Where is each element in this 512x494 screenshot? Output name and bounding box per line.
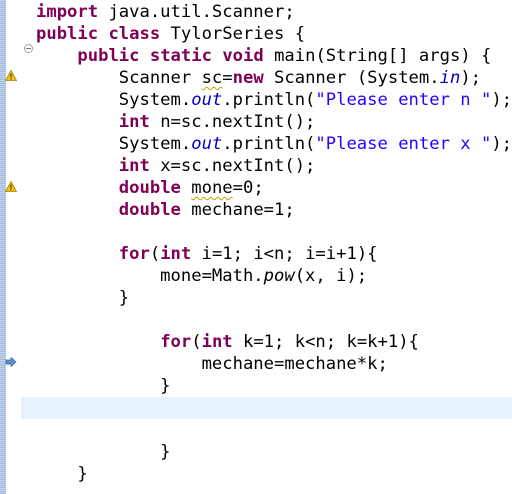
field-token: in xyxy=(439,68,461,88)
code-token: java.util.Scanner; xyxy=(98,2,295,22)
keyword-token: public xyxy=(36,24,99,44)
code-token: pow xyxy=(263,266,295,286)
code-token: mechane=mechane*k; xyxy=(36,354,388,374)
keyword-token: import xyxy=(36,2,99,22)
string-token: "Please enter n " xyxy=(315,90,492,110)
code-line[interactable]: double mechane=1; xyxy=(36,199,512,221)
code-token: ); xyxy=(491,134,512,154)
field-token: out xyxy=(191,90,223,110)
code-token: main(String[] args) { xyxy=(263,46,492,66)
code-token: = xyxy=(222,68,233,88)
keyword-token: static xyxy=(149,46,212,66)
keyword-token: for xyxy=(160,332,192,352)
code-line[interactable]: } xyxy=(36,463,512,485)
code-line[interactable]: int x=sc.nextInt(); xyxy=(36,155,512,177)
keyword-token: new xyxy=(232,68,264,88)
code-token: n=sc.nextInt(); xyxy=(149,112,316,132)
code-line[interactable]: ​ xyxy=(36,309,512,331)
code-line[interactable]: mone=Math.pow(x, i); xyxy=(36,265,512,287)
fold-collapse-icon[interactable] xyxy=(24,44,33,53)
code-token: ); xyxy=(491,90,512,110)
keyword-token: double xyxy=(118,200,181,220)
string-token: "Please enter x " xyxy=(315,134,492,154)
code-line[interactable]: } xyxy=(36,287,512,309)
code-token: } xyxy=(36,464,88,484)
code-token: Scanner (System. xyxy=(263,68,440,88)
code-line[interactable]: mechane=mechane*k; xyxy=(36,353,512,375)
code-line[interactable]: System.out.println("Please enter n "); xyxy=(36,89,512,111)
code-line[interactable]: } xyxy=(36,441,512,463)
code-token: i=1; i<n; i=i+1){ xyxy=(191,244,378,264)
code-token: mechane=1; xyxy=(180,200,295,220)
code-token: ( xyxy=(191,332,202,352)
keyword-token: void xyxy=(222,46,264,66)
keyword-token: int xyxy=(160,244,192,264)
field-token: out xyxy=(191,134,223,154)
code-token: k=1; k<n; k=k+1){ xyxy=(232,332,419,352)
code-line[interactable]: Scanner sc=new Scanner (System.in); xyxy=(36,67,512,89)
code-line[interactable]: int n=sc.nextInt(); xyxy=(36,111,512,133)
code-token: System. xyxy=(36,90,192,110)
code-token: mone=Math. xyxy=(36,266,264,286)
code-token: TylorSeries { xyxy=(160,24,306,44)
code-token: Scanner xyxy=(36,68,202,88)
code-line[interactable]: ​ xyxy=(36,419,512,441)
code-token: x=sc.nextInt(); xyxy=(149,156,316,176)
keyword-token: int xyxy=(118,156,150,176)
code-token: mone xyxy=(191,178,233,198)
code-line[interactable]: for(int k=1; k<n; k=k+1){ xyxy=(36,331,512,353)
code-editor[interactable]: import java.util.Scanner; public class Ty… xyxy=(0,0,512,494)
keyword-token: class xyxy=(108,24,161,44)
code-token: } xyxy=(36,288,130,308)
keyword-token: int xyxy=(201,332,233,352)
code-token: } xyxy=(36,376,171,396)
code-line[interactable]: ​ xyxy=(36,221,512,243)
keyword-token: double xyxy=(118,178,181,198)
code-line[interactable]: import java.util.Scanner; xyxy=(36,1,512,23)
code-token: (x, i); xyxy=(294,266,368,286)
warning-icon[interactable] xyxy=(5,181,17,192)
code-line[interactable]: for(int i=1; i<n; i=i+1){ xyxy=(36,243,512,265)
code-token: .println( xyxy=(222,134,316,154)
warning-icon[interactable] xyxy=(5,70,17,81)
code-token: .println( xyxy=(222,90,316,110)
code-line[interactable]: double mone=0; xyxy=(36,177,512,199)
code-text[interactable]: import java.util.Scanner; public class Ty… xyxy=(36,0,512,485)
code-line[interactable]: ​ xyxy=(36,397,512,419)
keyword-token: int xyxy=(118,112,150,132)
debug-arrow-icon[interactable] xyxy=(5,357,17,367)
code-token: ); xyxy=(460,68,482,88)
code-token: =0; xyxy=(232,178,264,198)
code-line[interactable]: System.out.println("Please enter x "); xyxy=(36,133,512,155)
code-token: sc xyxy=(201,68,223,88)
keyword-token: public xyxy=(77,46,140,66)
code-token: } xyxy=(36,442,171,462)
code-token: ( xyxy=(149,244,161,264)
keyword-token: for xyxy=(118,244,150,264)
code-line[interactable]: public class TylorSeries { xyxy=(36,23,512,45)
code-token: System. xyxy=(36,134,192,154)
code-line[interactable]: } xyxy=(36,375,512,397)
code-line[interactable]: public static void main(String[] args) { xyxy=(36,45,512,67)
